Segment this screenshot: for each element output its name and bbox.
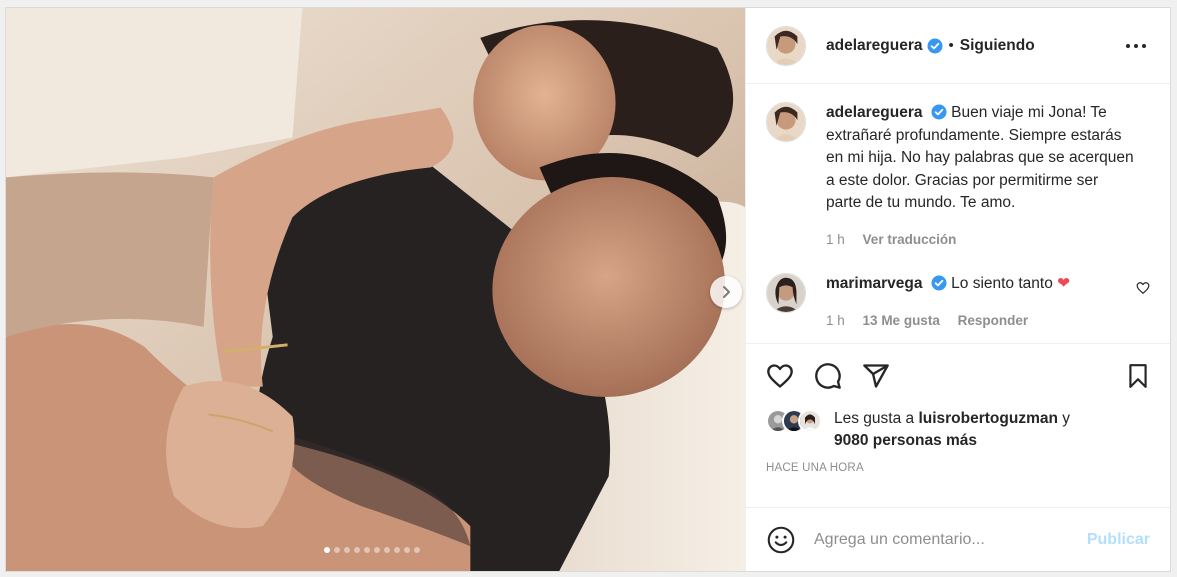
verified-badge-icon (931, 104, 947, 120)
post-timestamp[interactable]: HACE UNA HORA (746, 452, 1170, 474)
carousel-next-button[interactable] (710, 276, 742, 308)
likes-count[interactable]: 9080 personas más (834, 432, 977, 449)
post-media[interactable] (6, 8, 745, 571)
reply-likes[interactable]: 13 Me gusta (863, 313, 940, 328)
more-options-icon (1126, 43, 1146, 48)
likes-joiner: y (1057, 410, 1071, 427)
red-heart-emoji: ❤ (1057, 275, 1071, 292)
likes-summary: Les gusta a luisrobertoguzman y 9080 per… (746, 408, 1170, 452)
reply-time[interactable]: 1 h (826, 313, 845, 328)
carousel-dot (363, 547, 370, 553)
liker-avatars[interactable] (766, 408, 826, 434)
carousel-indicator (6, 547, 741, 553)
post-header: adelareguera • Siguiendo (746, 8, 1170, 84)
separator-bullet: • (948, 37, 954, 54)
reply-text: Lo siento tanto (951, 275, 1053, 292)
carousel-dot (373, 547, 380, 553)
carousel-dot (413, 547, 420, 553)
comment-like-button[interactable] (1136, 281, 1150, 300)
avatar (798, 409, 822, 433)
heart-outline-icon (767, 364, 793, 388)
smiley-icon (767, 526, 795, 553)
post-dialog: adelareguera • Siguiendo adelareguera Bu… (5, 7, 1171, 572)
liker-username[interactable]: luisrobertoguzman (918, 410, 1058, 427)
carousel-dot (353, 547, 360, 553)
translate-link[interactable]: Ver traducción (863, 232, 957, 247)
likes-prefix: Les gusta a (834, 410, 919, 427)
comment-button[interactable] (812, 360, 844, 392)
reply-button[interactable]: Responder (958, 313, 1029, 328)
bookmark-icon (1129, 364, 1147, 388)
reply-meta: 1 h 13 Me gusta Responder (826, 310, 1136, 333)
verified-badge-icon (931, 275, 947, 291)
caption-username[interactable]: adelareguera (826, 104, 923, 121)
like-button[interactable] (764, 360, 796, 392)
carousel-dot (333, 547, 340, 553)
comment-input[interactable] (814, 530, 1087, 549)
caption-comment: adelareguera Buen viaje mi Jona! Te extr… (766, 102, 1150, 251)
likes-text: Les gusta a luisrobertoguzman y 9080 per… (834, 408, 1070, 452)
comment-composer: Publicar (746, 507, 1170, 571)
chevron-right-icon (723, 286, 730, 298)
heart-outline-icon (1136, 282, 1150, 294)
follow-status-button[interactable]: Siguiendo (960, 37, 1035, 55)
post-sidebar: adelareguera • Siguiendo adelareguera Bu… (745, 8, 1170, 571)
comments-list[interactable]: adelareguera Buen viaje mi Jona! Te extr… (746, 84, 1170, 344)
share-button[interactable] (860, 360, 892, 392)
caption-meta: 1 h Ver traducción (826, 229, 1136, 252)
save-button[interactable] (1122, 360, 1154, 392)
more-options-button[interactable] (1122, 32, 1150, 60)
publish-button[interactable]: Publicar (1087, 531, 1150, 549)
avatar[interactable] (766, 273, 806, 313)
avatar[interactable] (766, 25, 806, 66)
comment-bubble-icon (815, 363, 841, 389)
carousel-dot (323, 547, 330, 553)
carousel-dot (383, 547, 390, 553)
paper-plane-icon (863, 364, 889, 388)
reply-username[interactable]: marimarvega (826, 275, 923, 292)
carousel-dot (393, 547, 400, 553)
action-bar (746, 344, 1170, 408)
verified-badge-icon (927, 38, 943, 54)
author-username[interactable]: adelareguera (826, 37, 923, 55)
emoji-button[interactable] (766, 525, 796, 555)
list-item: marimarvega Lo siento tanto ❤ 1 h 13 Me … (766, 273, 1150, 332)
post-photo (6, 8, 745, 571)
caption-time[interactable]: 1 h (826, 232, 845, 247)
carousel-dot (343, 547, 350, 553)
avatar[interactable] (766, 102, 806, 142)
carousel-dot (403, 547, 410, 553)
